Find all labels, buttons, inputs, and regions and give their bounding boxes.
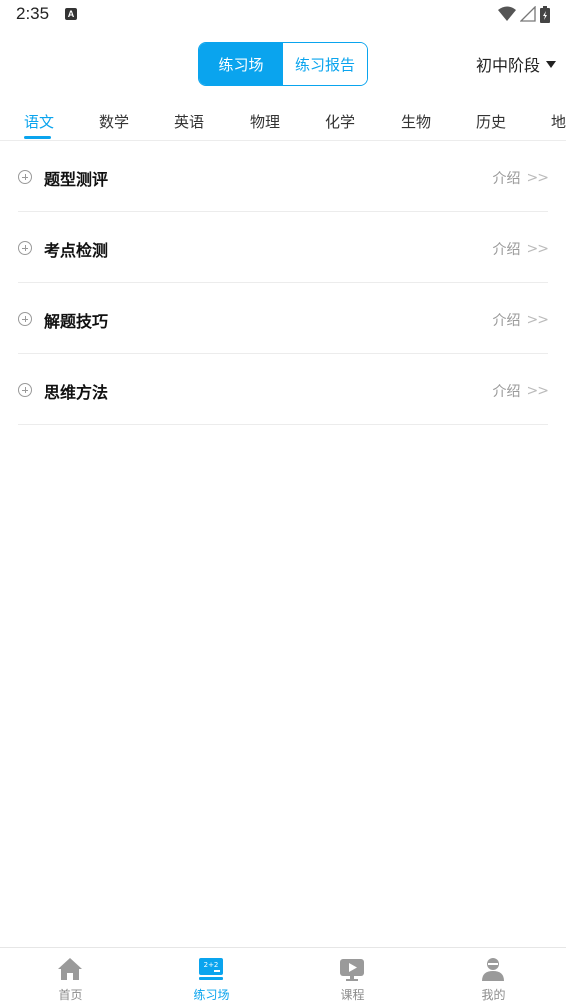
tabbar-courses[interactable]: 课程 <box>282 948 423 1008</box>
segment-report[interactable]: 练习报告 <box>283 43 367 85</box>
bottom-tab-bar: 首页 2+2 练习场 课程 我的 <box>0 947 566 1008</box>
status-time: 2:35 <box>16 4 50 23</box>
stage-selector-label: 初中阶段 <box>475 56 540 75</box>
list-item[interactable]: 考点检测 介绍 >> <box>18 212 549 283</box>
blackboard-icon: 2+2 <box>199 958 223 980</box>
mode-segmented-control: 练习场 练习报告 <box>198 42 368 86</box>
intro-link[interactable]: 介绍 >> <box>492 381 549 401</box>
tab-subject[interactable]: 生物 <box>401 111 431 132</box>
list-item-title: 考点检测 <box>44 241 109 260</box>
list-item[interactable]: 题型测评 介绍 >> <box>18 141 549 212</box>
status-icons <box>498 5 550 23</box>
tabbar-label: 首页 <box>58 988 83 1002</box>
double-chevron-right-icon: >> <box>526 383 549 399</box>
tab-subject[interactable]: 地 <box>551 111 566 132</box>
plus-circle-icon[interactable] <box>18 383 32 397</box>
intro-label: 介绍 <box>492 242 521 258</box>
intro-link[interactable]: 介绍 >> <box>492 310 549 330</box>
tabbar-home[interactable]: 首页 <box>0 948 141 1008</box>
tab-subject[interactable]: 数学 <box>99 111 129 132</box>
active-tab-indicator <box>24 136 51 139</box>
caret-down-icon <box>546 60 556 68</box>
intro-label: 介绍 <box>492 171 521 187</box>
intro-label: 介绍 <box>492 384 521 400</box>
list-item[interactable]: 解题技巧 介绍 >> <box>18 283 549 354</box>
signal-icon <box>520 6 536 22</box>
tabbar-label: 练习场 <box>193 988 230 1002</box>
list-item-title: 思维方法 <box>44 383 109 402</box>
plus-circle-icon[interactable] <box>18 312 32 326</box>
wifi-icon <box>498 6 516 21</box>
video-icon <box>340 959 364 981</box>
tabbar-label: 课程 <box>340 988 365 1002</box>
battery-icon <box>540 5 550 23</box>
tab-subject[interactable]: 化学 <box>325 111 355 132</box>
stage-selector[interactable]: 初中阶段 <box>476 52 556 76</box>
list-item-title: 解题技巧 <box>44 312 109 331</box>
status-bar: 2:35 A <box>0 0 566 28</box>
plus-circle-icon[interactable] <box>18 241 32 255</box>
user-icon <box>482 958 504 981</box>
segment-practice[interactable]: 练习场 <box>199 43 283 85</box>
tab-subject[interactable]: 历史 <box>476 111 506 132</box>
intro-label: 介绍 <box>492 313 521 329</box>
tabbar-label: 我的 <box>481 988 506 1002</box>
tab-subject[interactable]: 物理 <box>250 111 280 132</box>
list-item[interactable]: 思维方法 介绍 >> <box>18 354 549 425</box>
intro-link[interactable]: 介绍 >> <box>492 239 549 259</box>
practice-list: 题型测评 介绍 >> 考点检测 介绍 >> 解题技巧 介绍 >> 思维方法 介绍… <box>18 141 549 425</box>
intro-link[interactable]: 介绍 >> <box>492 168 549 188</box>
home-icon <box>58 958 82 980</box>
svg-text:2+2: 2+2 <box>204 961 219 969</box>
subject-tabs: 语文 数学 英语 物理 化学 生物 历史 地 <box>0 100 566 141</box>
tabbar-profile[interactable]: 我的 <box>423 948 564 1008</box>
list-item-title: 题型测评 <box>44 170 109 189</box>
double-chevron-right-icon: >> <box>526 241 549 257</box>
notification-a-icon: A <box>65 8 77 20</box>
double-chevron-right-icon: >> <box>526 170 549 186</box>
tab-subject[interactable]: 语文 <box>24 111 54 132</box>
tab-subject[interactable]: 英语 <box>174 111 204 132</box>
plus-circle-icon[interactable] <box>18 170 32 184</box>
tabbar-practice[interactable]: 2+2 练习场 <box>141 948 282 1008</box>
header: 练习场 练习报告 初中阶段 <box>0 28 566 100</box>
double-chevron-right-icon: >> <box>526 312 549 328</box>
